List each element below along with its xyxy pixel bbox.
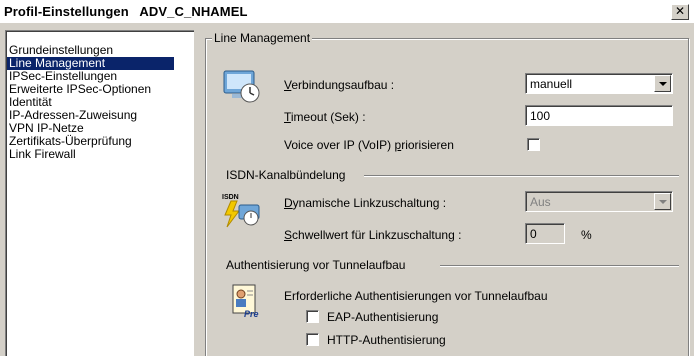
timeout-label: Timeout (Sek) :	[284, 110, 366, 124]
line-management-group-title: Line Management	[212, 31, 313, 45]
connection-label: Verbindungsaufbau :	[284, 78, 395, 92]
isdn-separator	[364, 175, 679, 177]
svg-text:ISDN: ISDN	[222, 194, 239, 201]
dynamic-link-select-value: Aus	[530, 195, 551, 209]
voip-label: Voice over IP (VoIP) priorisieren	[284, 138, 454, 152]
chevron-down-icon[interactable]	[654, 193, 671, 210]
threshold-label: Schwellwert für Linkzuschaltung :	[284, 228, 462, 242]
computer-clock-icon	[223, 70, 260, 103]
close-button[interactable]: ✕	[671, 4, 689, 20]
timeout-input[interactable]: 100	[525, 105, 673, 126]
connection-select[interactable]: manuell	[525, 73, 673, 94]
window-title: Profil-Einstellungen ADV_C_NHAMEL	[4, 4, 248, 19]
voip-checkbox[interactable]	[527, 138, 540, 151]
threshold-input[interactable]: 0	[525, 223, 565, 244]
dynamic-link-select[interactable]: Aus	[525, 191, 673, 212]
connection-select-value: manuell	[530, 77, 573, 91]
isdn-section-title: ISDN-Kanalbündelung	[226, 168, 346, 182]
threshold-unit: %	[581, 228, 592, 242]
auth-section-title: Authentisierung vor Tunnelaufbau	[226, 258, 406, 272]
auth-required-label: Erforderliche Authentisierungen vor Tunn…	[284, 289, 548, 303]
auth-separator	[440, 265, 679, 267]
eap-label: EAP-Authentisierung	[327, 310, 439, 324]
settings-nav-list[interactable]: Grundeinstellungen Line Management IPSec…	[5, 30, 194, 356]
http-label: HTTP-Authentisierung	[327, 333, 446, 347]
chevron-down-icon[interactable]	[654, 75, 671, 92]
nav-item-link-firewall[interactable]: Link Firewall	[7, 148, 174, 161]
id-card-icon: Pre	[232, 284, 259, 319]
dynamic-link-label: Dynamische Linkzuschaltung :	[284, 196, 447, 210]
close-icon: ✕	[674, 4, 686, 18]
eap-checkbox[interactable]	[306, 310, 319, 323]
title-bar: Profil-Einstellungen ADV_C_NHAMEL ✕	[0, 0, 694, 24]
http-checkbox[interactable]	[306, 333, 319, 346]
isdn-icon: ISDN	[222, 194, 260, 228]
svg-text:Pre: Pre	[244, 309, 259, 319]
